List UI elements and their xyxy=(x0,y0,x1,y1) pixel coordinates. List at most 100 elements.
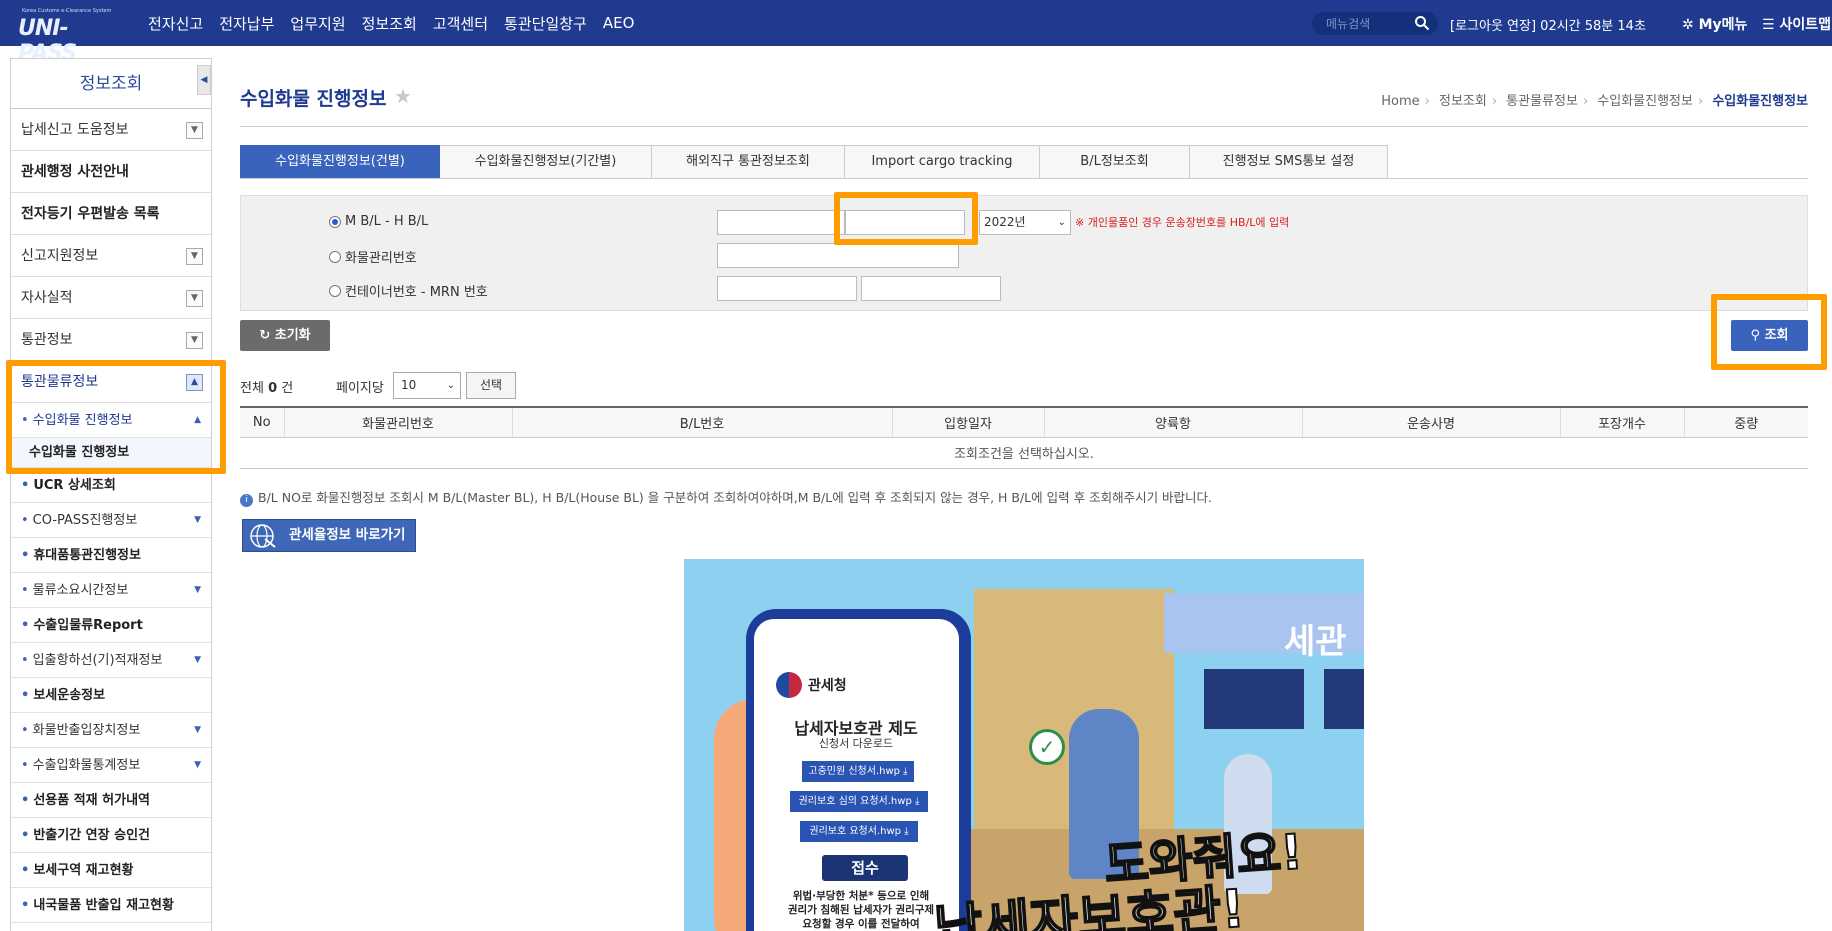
tab-overseas-direct[interactable]: 해외직구 통관정보조회 xyxy=(652,145,845,179)
sub-item-port-loading[interactable]: • 입출항하선(기)적재정보 ▼ xyxy=(11,643,211,678)
banner-small-line-2: 권리가 침해된 납세자가 권리구제 xyxy=(787,904,935,916)
sub-item-domestic-stock[interactable]: • 내국물품 반출입 재고현황 xyxy=(11,888,211,923)
sidebar-item-registered-mail[interactable]: 전자등기 우편발송 목록 xyxy=(11,193,211,235)
breadcrumb-logistics[interactable]: 통관물류정보 xyxy=(1506,94,1578,109)
top-nav: 전자신고 전자납부 업무지원 정보조회 고객센터 통관단일창구 AEO xyxy=(148,0,650,46)
radio-cargo[interactable]: 화물관리번호 xyxy=(329,247,417,266)
reset-button[interactable]: ↻ 초기화 xyxy=(240,320,330,351)
my-menu-link[interactable]: ✲ My메뉴 xyxy=(1682,14,1747,34)
bullet-icon: • xyxy=(21,513,29,528)
mbl-input[interactable] xyxy=(717,210,845,235)
column-header[interactable]: No xyxy=(240,406,284,438)
refresh-icon: ↻ xyxy=(259,328,271,343)
nav-item-aeo[interactable]: AEO xyxy=(603,14,635,32)
tab-import-by-period[interactable]: 수입화물진행정보(기간별) xyxy=(440,145,652,179)
sub-item-logistics-time[interactable]: • 물류소요시간정보 ▼ xyxy=(11,573,211,608)
per-page-select[interactable]: 10 ⌄ xyxy=(393,372,461,399)
search-icon[interactable] xyxy=(1414,15,1430,31)
chevron-down-icon[interactable]: ▼ xyxy=(194,503,201,538)
radio-bl-button[interactable] xyxy=(329,215,341,228)
tab-bl-info[interactable]: B/L정보조회 xyxy=(1040,145,1190,179)
column-header[interactable]: 포장개수 xyxy=(1559,406,1684,438)
bullet-icon: • xyxy=(21,688,30,703)
taxpayer-advocate-banner[interactable]: 세관 관세청 납세자보호관 제도 신청서 다운로드 고충민원 신청서.hwp ⤓… xyxy=(684,559,1364,931)
chevron-down-icon[interactable]: ▼ xyxy=(186,290,203,307)
column-header[interactable]: 운송사명 xyxy=(1301,406,1560,438)
radio-container-button[interactable] xyxy=(329,284,341,297)
menu-search-placeholder: 메뉴검색 xyxy=(1326,17,1371,31)
column-header[interactable]: 입항일자 xyxy=(891,406,1044,438)
sub-item-extension[interactable]: • 반출기간 연장 승인건 xyxy=(11,818,211,853)
tab-sms-setting[interactable]: 진행정보 SMS통보 설정 xyxy=(1190,145,1388,179)
sub-item-bonded-transport[interactable]: • 보세운송정보 xyxy=(11,678,211,713)
sub-item-ship-supplies[interactable]: • 선용품 적재 허가내역 xyxy=(11,783,211,818)
chevron-down-icon[interactable]: ▼ xyxy=(186,248,203,265)
nav-item-e-payment[interactable]: 전자납부 xyxy=(219,13,274,34)
sub-item-label: 반출기간 연장 승인건 xyxy=(33,828,151,843)
cargo-number-input[interactable] xyxy=(717,243,959,268)
info-icon: i xyxy=(240,494,253,507)
total-count-value: 0 xyxy=(268,381,278,396)
table-header-row: No 화물관리번호 B/L번호 입항일자 양륙항 운송사명 포장개수 중량 xyxy=(240,406,1808,438)
nav-item-e-report[interactable]: 전자신고 xyxy=(148,13,203,34)
chevron-down-icon[interactable]: ▼ xyxy=(194,713,201,748)
radio-bl[interactable]: M B/L - H B/L xyxy=(329,214,428,229)
sidebar-item-tax-help[interactable]: 납세신고 도움정보 ▼ xyxy=(11,109,211,151)
chevron-down-icon[interactable]: ▼ xyxy=(194,643,201,678)
mrn-number-input[interactable] xyxy=(861,276,1001,301)
sub-item-statistics[interactable]: • 수출입화물통계정보 ▼ xyxy=(11,748,211,783)
banner-download-1[interactable]: 고충민원 신청서.hwp ⤓ xyxy=(802,761,914,782)
breadcrumb-home[interactable]: Home xyxy=(1381,94,1419,109)
bullet-icon: • xyxy=(21,898,30,913)
session-extend-link[interactable]: [로그아웃 연장] 02시간 58분 14초 xyxy=(1450,15,1646,34)
chevron-down-icon[interactable]: ▼ xyxy=(194,573,201,608)
sidebar-item-customs-info[interactable]: 통관정보 ▼ xyxy=(11,319,211,361)
radio-container[interactable]: 컨테이너번호 - MRN 번호 xyxy=(329,281,488,300)
bullet-icon: • xyxy=(21,653,29,668)
banner-schedule-board xyxy=(1204,669,1304,729)
column-header[interactable]: 중량 xyxy=(1683,406,1808,438)
sidebar-collapse-icon[interactable]: ◀ xyxy=(197,65,211,95)
unipass-logo[interactable]: Korea Customs e-Clearance System UNI-PAS… xyxy=(18,6,118,66)
sub-item-baggage[interactable]: • 휴대품통관진행정보 xyxy=(11,538,211,573)
nav-item-single-window[interactable]: 통관단일창구 xyxy=(504,13,587,34)
star-icon[interactable]: ★ xyxy=(394,84,412,108)
menu-search-input[interactable]: 메뉴검색 xyxy=(1312,12,1438,35)
empty-message: 조회조건을 선택하십시오. xyxy=(240,437,1808,469)
chevron-down-icon[interactable]: ▼ xyxy=(194,748,201,783)
chevron-down-icon[interactable]: ▼ xyxy=(186,332,203,349)
sidebar-item-company-record[interactable]: 자사실적 ▼ xyxy=(11,277,211,319)
column-header[interactable]: 화물관리번호 xyxy=(283,406,512,438)
sidebar-item-report-support[interactable]: 신고지원정보 ▼ xyxy=(11,235,211,277)
sidebar-item-pre-guide[interactable]: 관세행정 사전안내 xyxy=(11,151,211,193)
tab-import-by-case[interactable]: 수입화물진행정보(건별) xyxy=(240,145,440,179)
year-select[interactable]: 2022년 ⌄ xyxy=(979,210,1071,235)
kcs-logo-icon xyxy=(776,672,802,698)
chevron-down-icon[interactable]: ▼ xyxy=(186,122,203,139)
column-header[interactable]: 양륙항 xyxy=(1043,406,1302,438)
my-menu-label: My메뉴 xyxy=(1698,17,1748,33)
logo-tagline: Korea Customs e-Clearance System xyxy=(22,8,112,14)
tab-import-cargo-tracking[interactable]: Import cargo tracking xyxy=(845,145,1040,179)
banner-download-3[interactable]: 권리보호 요청서.hwp ⤓ xyxy=(800,821,918,842)
container-number-input[interactable] xyxy=(717,276,857,301)
nav-item-work-support[interactable]: 업무지원 xyxy=(290,13,345,34)
sub-item-label: 수출입화물통계정보 xyxy=(32,758,141,773)
breadcrumb-import[interactable]: 수입화물진행정보 xyxy=(1597,94,1693,109)
column-header[interactable]: B/L번호 xyxy=(511,406,892,438)
sub-item-cargo-storage[interactable]: • 화물반출입장치정보 ▼ xyxy=(11,713,211,748)
breadcrumb-info[interactable]: 정보조회 xyxy=(1439,94,1487,109)
sub-item-bonded-stock[interactable]: • 보세구역 재고현황 xyxy=(11,853,211,888)
sub-item-report[interactable]: • 수출입물류Report xyxy=(11,608,211,643)
sitemap-link[interactable]: ☰ 사이트맵 xyxy=(1762,14,1831,34)
info-note-text: B/L NO로 화물진행정보 조회시 M B/L(Master BL), H B… xyxy=(258,490,1213,505)
radio-cargo-button[interactable] xyxy=(329,250,341,263)
per-page-value: 10 xyxy=(401,378,417,392)
nav-item-info-inquiry[interactable]: 정보조회 xyxy=(362,13,417,34)
nav-item-customer-center[interactable]: 고객센터 xyxy=(433,13,488,34)
select-button[interactable]: 선택 xyxy=(466,372,516,399)
tariff-info-button[interactable]: 관세율정보 바로가기 xyxy=(242,519,416,552)
banner-receive: 접수 xyxy=(822,855,908,881)
banner-download-2[interactable]: 권리보호 심의 요청서.hwp ⤓ xyxy=(790,791,928,812)
sub-item-copass[interactable]: • CO-PASS진행정보 ▼ xyxy=(11,503,211,538)
